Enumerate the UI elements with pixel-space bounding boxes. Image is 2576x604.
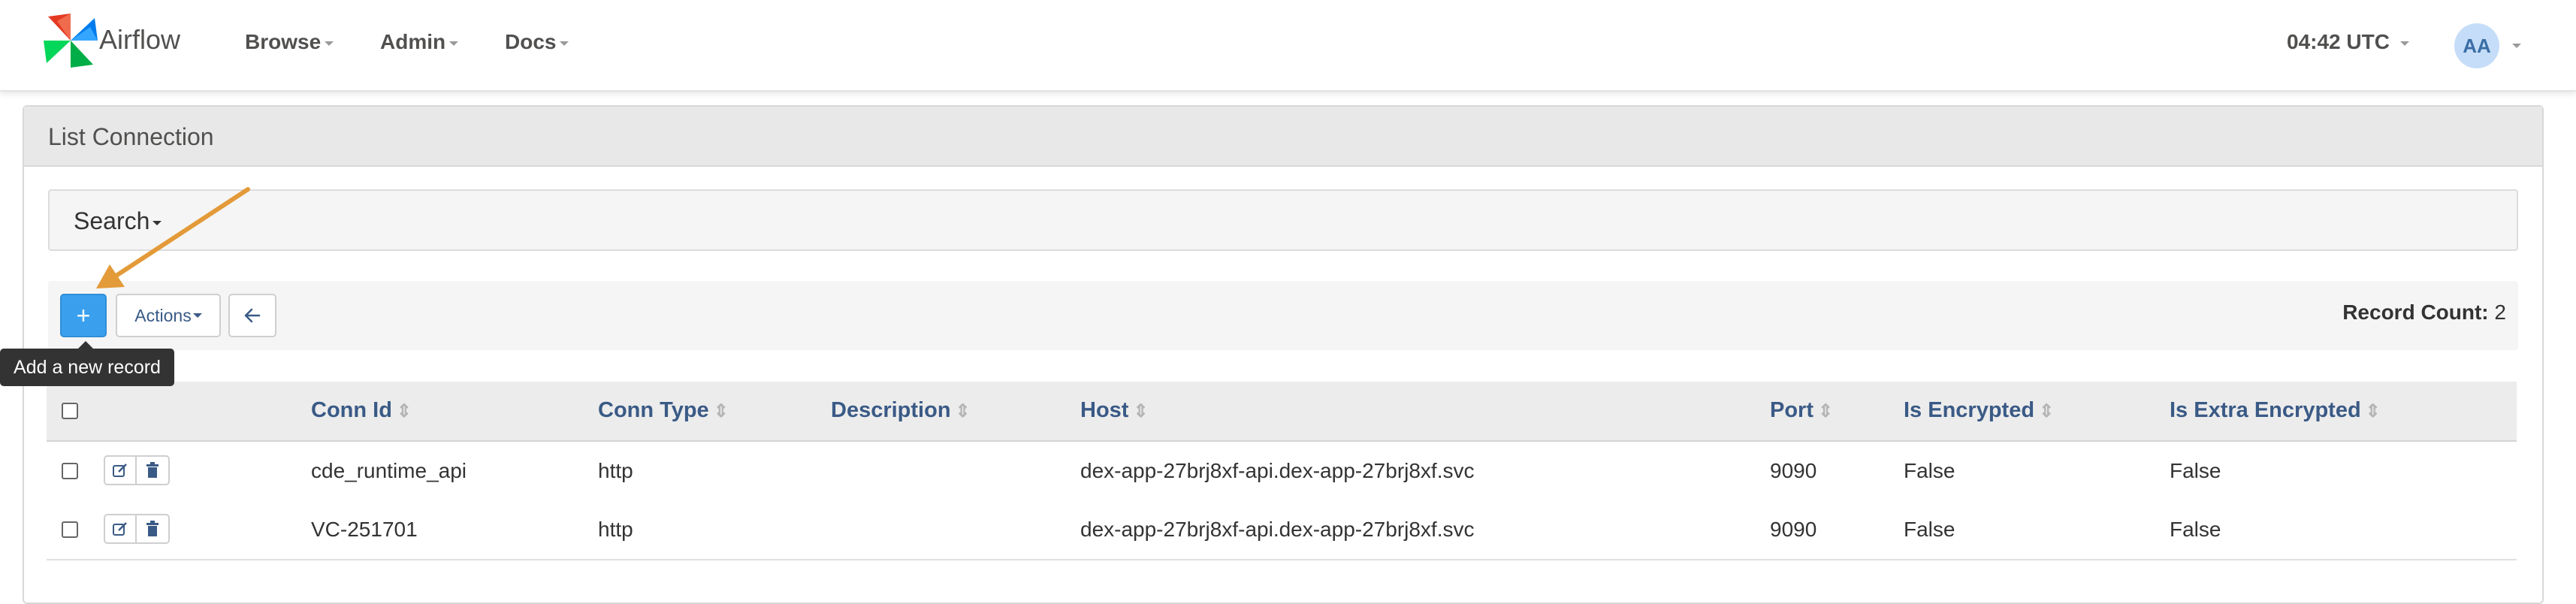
cell-is-extra-encrypted: False — [2170, 459, 2221, 482]
cell-port: 9090 — [1770, 459, 1817, 482]
row-select-checkbox[interactable] — [62, 521, 78, 538]
nav-admin-label: Admin — [380, 30, 446, 53]
caret-down-icon — [153, 220, 162, 225]
sort-icon: ⇕ — [955, 401, 971, 421]
caret-down-icon — [192, 313, 202, 318]
user-avatar[interactable]: AA — [2454, 23, 2499, 68]
actions-dropdown-button[interactable]: Actions — [116, 294, 221, 337]
airflow-logo[interactable] — [41, 11, 101, 71]
sort-icon: ⇕ — [396, 401, 412, 421]
search-label: Search — [74, 207, 150, 234]
nav-admin[interactable]: Admin — [380, 30, 459, 54]
caret-down-icon — [449, 41, 459, 46]
cell-host: dex-app-27brj8xf-api.dex-app-27brj8xf.sv… — [1080, 518, 1475, 541]
list-toolbar: + Actions Record Count: 2 — [48, 281, 2518, 350]
delete-record-button[interactable] — [137, 514, 170, 544]
sort-icon: ⇕ — [2365, 401, 2381, 421]
clock-dropdown[interactable]: 04:42 UTC — [2287, 30, 2409, 54]
edit-record-button[interactable] — [104, 514, 137, 544]
table-header: Conn Id ⇕ Conn Type ⇕ Description ⇕ Host ⇕ P… — [47, 382, 2517, 442]
cell-conn-type: http — [598, 459, 633, 482]
nav-browse[interactable]: Browse — [245, 30, 334, 54]
user-menu-caret-icon[interactable] — [2512, 44, 2521, 48]
cell-conn-type: http — [598, 518, 633, 541]
column-host[interactable]: Host ⇕ — [1080, 398, 1149, 423]
trash-icon — [146, 521, 159, 536]
record-count: Record Count: 2 — [2342, 300, 2506, 325]
page-title: List Connection — [48, 123, 214, 150]
column-label: Port — [1770, 398, 1813, 422]
search-toggle[interactable]: Search — [74, 207, 162, 235]
panel-heading: List Connection — [24, 107, 2542, 167]
sort-icon: ⇕ — [1133, 401, 1149, 421]
nav-docs[interactable]: Docs — [505, 30, 569, 54]
arrow-left-icon — [244, 308, 261, 323]
edit-icon — [113, 464, 127, 477]
column-port[interactable]: Port ⇕ — [1770, 398, 1833, 423]
caret-down-icon — [2399, 41, 2409, 46]
cell-conn-id: cde_runtime_api — [311, 459, 467, 482]
back-button[interactable] — [228, 294, 276, 337]
navbar: Airflow Browse Admin Docs 04:42 UTC AA — [0, 0, 2576, 92]
cell-host: dex-app-27brj8xf-api.dex-app-27brj8xf.sv… — [1080, 459, 1475, 482]
clock-time: 04:42 UTC — [2287, 30, 2390, 53]
edit-icon — [113, 522, 127, 536]
add-record-tooltip: Add a new record — [0, 341, 174, 386]
table-row: cde_runtime_api http dex-app-27brj8xf-ap… — [47, 442, 2517, 502]
nav-docs-label: Docs — [505, 30, 557, 53]
column-label: Is Encrypted — [1904, 398, 2035, 422]
cell-port: 9090 — [1770, 518, 1817, 541]
actions-label: Actions — [134, 305, 192, 325]
column-label: Host — [1080, 398, 1129, 422]
column-label: Conn Type — [598, 398, 709, 422]
edit-record-button[interactable] — [104, 455, 137, 485]
delete-record-button[interactable] — [137, 455, 170, 485]
cell-conn-id: VC-251701 — [311, 518, 418, 541]
column-label: Conn Id — [311, 398, 392, 422]
column-label: Is Extra Encrypted — [2170, 398, 2361, 422]
column-conn-id[interactable]: Conn Id ⇕ — [311, 398, 412, 423]
record-count-value: 2 — [2494, 300, 2506, 324]
trash-icon — [146, 462, 159, 478]
select-all-checkbox[interactable] — [62, 403, 78, 419]
table-row: VC-251701 http dex-app-27brj8xf-api.dex-… — [47, 500, 2517, 560]
row-select-checkbox[interactable] — [62, 463, 78, 479]
add-record-button[interactable]: + — [60, 294, 107, 337]
sort-icon: ⇕ — [1818, 401, 1834, 421]
sort-icon: ⇕ — [2039, 401, 2055, 421]
column-is-extra-encrypted[interactable]: Is Extra Encrypted ⇕ — [2170, 398, 2381, 423]
brand-name[interactable]: Airflow — [99, 24, 180, 56]
sort-icon: ⇕ — [713, 401, 729, 421]
column-conn-type[interactable]: Conn Type ⇕ — [598, 398, 729, 423]
column-is-encrypted[interactable]: Is Encrypted ⇕ — [1904, 398, 2054, 423]
caret-down-icon — [560, 41, 569, 46]
caret-down-icon — [325, 41, 334, 46]
nav-browse-label: Browse — [245, 30, 322, 53]
search-well: Search — [48, 189, 2518, 251]
record-count-label: Record Count: — [2342, 300, 2489, 324]
cell-is-extra-encrypted: False — [2170, 518, 2221, 541]
column-description[interactable]: Description ⇕ — [831, 398, 971, 423]
column-label: Description — [831, 398, 951, 422]
cell-is-encrypted: False — [1904, 459, 1955, 482]
cell-is-encrypted: False — [1904, 518, 1955, 541]
